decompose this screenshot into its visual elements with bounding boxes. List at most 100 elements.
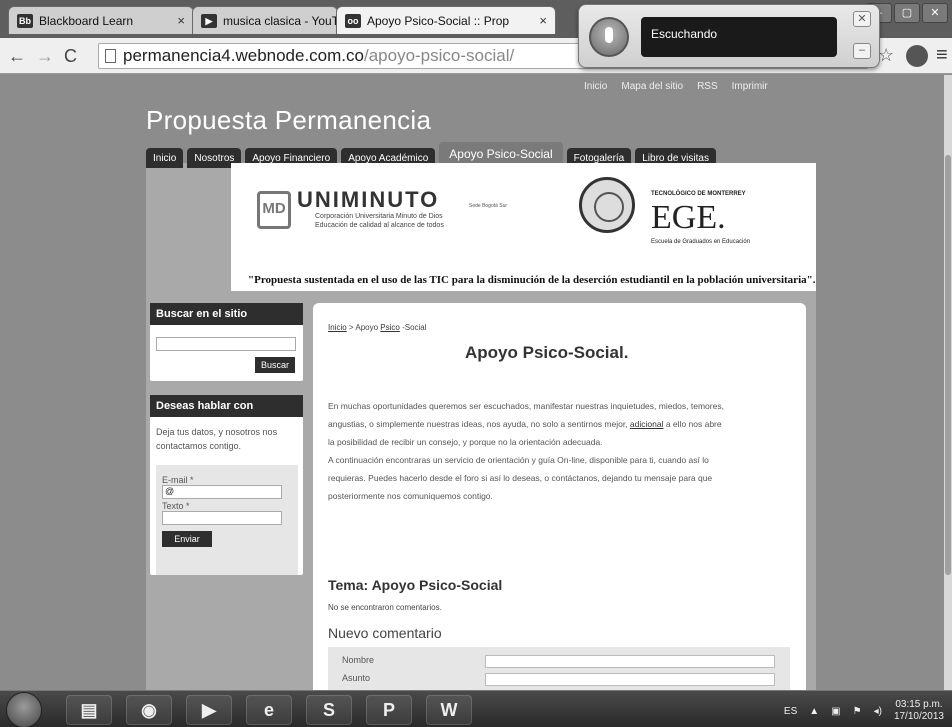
text-span: angustias, o simplemente nuestras ideas,… (328, 419, 630, 429)
scrollbar[interactable] (944, 75, 952, 690)
breadcrumb: Inicio > Apoyo Psico -Social (328, 323, 427, 332)
contact-title: Deseas hablar con (150, 395, 303, 417)
scrollbar-thumb[interactable] (945, 155, 951, 575)
name-field[interactable] (485, 655, 775, 668)
breadcrumb-rest: -Social (399, 323, 427, 332)
text-field[interactable] (162, 511, 282, 525)
subject-field[interactable] (485, 673, 775, 686)
ege-subtitle: Escuela de Graduados en Educación (651, 239, 751, 245)
search-button[interactable]: Buscar (255, 357, 295, 373)
minimize-icon[interactable]: – (853, 43, 871, 59)
network-icon[interactable]: ▣ (831, 706, 840, 717)
uniminuto-slogan: Educación de calidad al alcance de todos (315, 222, 444, 229)
email-label: E-mail * (162, 475, 194, 485)
breadcrumb-home[interactable]: Inicio (328, 323, 347, 332)
microphone-icon[interactable] (589, 17, 629, 57)
search-panel: Buscar en el sitio Buscar (150, 303, 303, 381)
bookmark-star-icon[interactable]: ☆ (878, 45, 894, 66)
powerpoint-icon[interactable]: P (366, 695, 412, 725)
tec-name: TECNOLÓGICO DE MONTERREY (651, 191, 746, 197)
uniminuto-name: UNIMINUTO (297, 187, 440, 212)
tab-label: Blackboard Learn (39, 14, 134, 28)
tab-label: musica clasica - YouTube (223, 14, 338, 28)
name-label: Nombre (342, 655, 375, 665)
site-title[interactable]: Propuesta Permanencia (146, 105, 431, 136)
voice-status: Escuchando (641, 17, 837, 57)
text-line: la posibilidad de recibir un consejo, y … (328, 437, 603, 447)
close-icon[interactable]: ✕ (853, 11, 871, 27)
sitemap-link[interactable]: Mapa del sitio (621, 81, 683, 92)
text-line: angustias, o simplemente nuestras ideas,… (328, 415, 793, 433)
tab-label: Apoyo Psico-Social :: Prop (367, 14, 510, 28)
nav-inicio[interactable]: Inicio (146, 148, 184, 168)
paragraph-1: En muchas oportunidades queremos ser esc… (328, 397, 793, 505)
home-link[interactable]: Inicio (584, 81, 607, 92)
tray-arrow-icon[interactable]: ▲ (809, 706, 819, 717)
breadcrumb-psico[interactable]: Psico (380, 323, 400, 332)
print-link[interactable]: Imprimir (732, 81, 768, 92)
youtube-icon: ▶ (201, 14, 217, 28)
blackboard-icon: Bb (17, 14, 33, 28)
media-player-icon[interactable]: ▶ (186, 695, 232, 725)
word-icon[interactable]: W (426, 695, 472, 725)
skype-icon[interactable]: S (306, 695, 352, 725)
web-page: Inicio Mapa del sitio RSS Imprimir Propu… (0, 75, 952, 690)
url-domain: permanencia4.webnode.com.co (123, 46, 364, 65)
text-line: A continuación encontraras un servicio d… (328, 455, 709, 465)
clock-date: 17/10/2013 (893, 711, 944, 722)
search-input[interactable] (156, 337, 296, 351)
rss-link[interactable]: RSS (697, 81, 718, 92)
chrome-icon[interactable]: ◉ (126, 695, 172, 725)
volume-icon[interactable]: ◂) (874, 706, 882, 717)
flag-icon[interactable]: ⚑ (853, 706, 862, 717)
uniminuto-logo: MD UNIMINUTO Corporación Universitaria M… (257, 185, 467, 245)
back-icon[interactable]: ← (8, 46, 26, 67)
contact-description: Deja tus datos, y nosotros nos contactam… (156, 427, 278, 451)
tagline: "Propuesta sustentada en el uso de las T… (248, 274, 816, 286)
topic-title: Tema: Apoyo Psico-Social (328, 577, 503, 593)
header-banner: MD UNIMINUTO Corporación Universitaria M… (231, 163, 816, 291)
internet-explorer-icon[interactable]: e (246, 695, 292, 725)
new-comment-heading: Nuevo comentario (328, 625, 442, 641)
start-button[interactable] (6, 692, 42, 727)
maximize-button[interactable]: ▢ (894, 3, 920, 23)
text-line: En muchas oportunidades queremos ser esc… (328, 401, 724, 411)
reload-icon[interactable]: C (64, 46, 77, 67)
text-line: posteriormente nos comuniquemos contigo. (328, 491, 493, 501)
tab-youtube[interactable]: ▶ musica clasica - YouTube (192, 6, 338, 34)
main-content: Inicio > Apoyo Psico -Social Apoyo Psico… (313, 303, 806, 690)
subject-label: Asunto (342, 673, 371, 683)
page-icon (105, 49, 116, 63)
adicional-link[interactable]: adicional (630, 419, 664, 429)
top-links: Inicio Mapa del sitio RSS Imprimir (584, 81, 768, 92)
tab-blackboard[interactable]: Bb Blackboard Learn × (8, 6, 194, 34)
search-title: Buscar en el sitio (150, 303, 303, 325)
contact-form: E-mail * @ Texto * Enviar (156, 465, 298, 575)
contact-panel: Deseas hablar con Deja tus datos, y noso… (150, 395, 303, 575)
text-label: Texto * (162, 501, 190, 511)
send-button[interactable]: Enviar (162, 531, 212, 547)
clock[interactable]: 03:15 p.m. 17/10/2013 (894, 699, 944, 723)
comment-form: Nombre Asunto (328, 647, 790, 690)
tab-apoyo-psico-social[interactable]: oo Apoyo Psico-Social :: Prop × (336, 6, 556, 34)
page-title: Apoyo Psico-Social. (465, 343, 629, 362)
close-window-button[interactable]: ✕ (922, 3, 948, 23)
file-explorer-icon[interactable]: ▤ (66, 695, 112, 725)
menu-icon[interactable]: ≡ (936, 44, 948, 67)
system-tray: ES ▲ ▣ ⚑ ◂) 03:15 p.m. 17/10/2013 (784, 699, 944, 723)
tec-seal-logo (579, 177, 635, 233)
language-indicator[interactable]: ES (784, 706, 797, 717)
close-icon[interactable]: × (177, 13, 185, 28)
email-field[interactable]: @ (162, 485, 282, 499)
forward-icon[interactable]: → (36, 46, 54, 67)
uniminuto-subtitle: Corporación Universitaria Minuto de Dios (315, 213, 443, 220)
voice-search-popup: Escuchando ✕ – (578, 4, 880, 68)
extension-icon[interactable] (906, 45, 928, 67)
webnode-icon: oo (345, 14, 361, 28)
text-span: a ello nos abre (663, 419, 722, 429)
taskbar: ▤ ◉ ▶ e S P W ES ▲ ▣ ⚑ ◂) 03:15 p.m. 17/… (0, 690, 952, 727)
text-line: requieras. Puedes hacerlo desde el foro … (328, 473, 713, 483)
sede-label: Sede Bogotá Sur (469, 203, 508, 209)
close-icon[interactable]: × (539, 13, 547, 28)
breadcrumb-sep: > Apoyo (346, 323, 381, 332)
